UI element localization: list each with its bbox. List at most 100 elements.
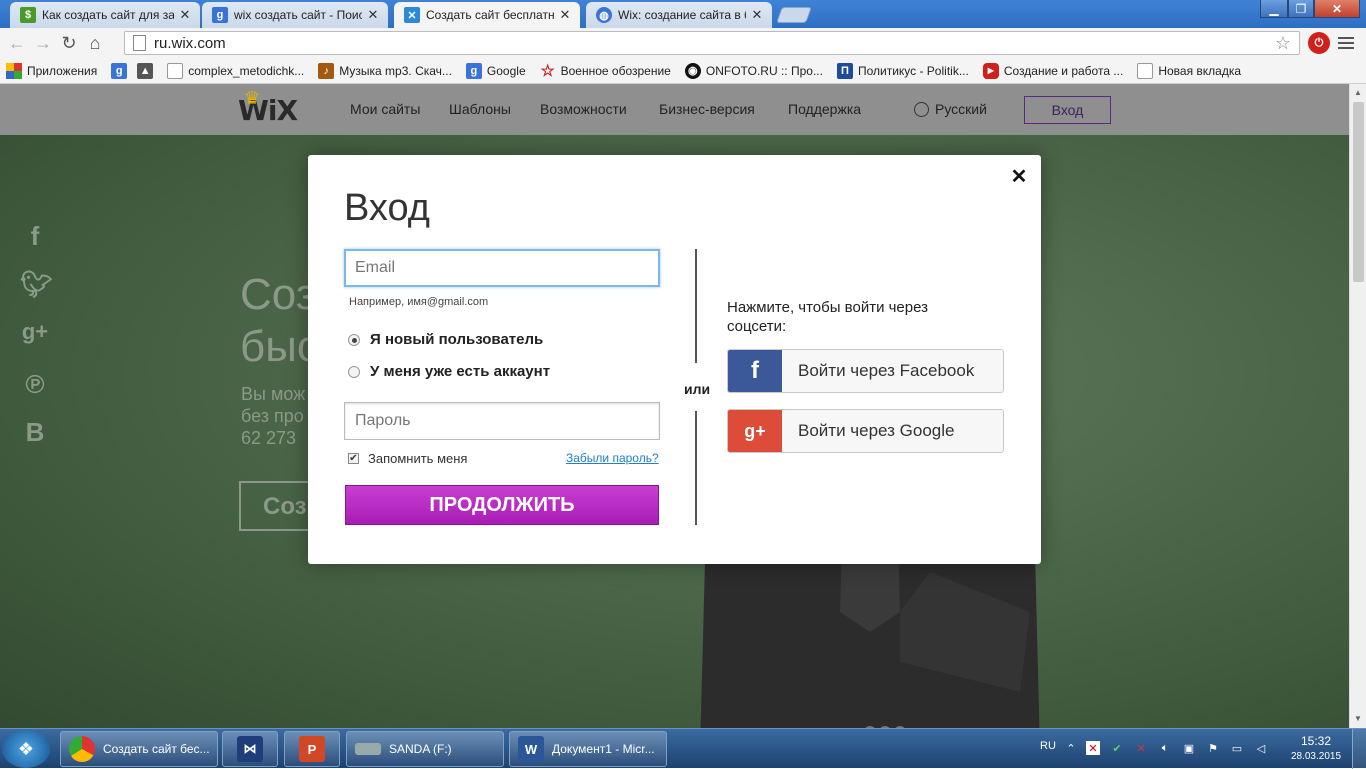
language-indicator[interactable]: RU <box>1040 740 1056 752</box>
back-arrow-icon[interactable]: ← <box>4 30 30 56</box>
vk-icon[interactable]: B <box>20 417 50 448</box>
tab-label: wix создать сайт - Поиск <box>234 8 362 22</box>
facebook-login-label: Войти через Facebook <box>798 361 975 380</box>
nav-business[interactable]: Бизнес-версия <box>659 101 755 117</box>
radio-label: Я новый пользователь <box>370 331 544 348</box>
bookmark-youtube[interactable]: ▶ Создание и работа ... <box>982 62 1123 79</box>
close-icon[interactable]: ✕ <box>558 7 572 22</box>
nav-templates[interactable]: Шаблоны <box>449 101 511 117</box>
tab-4[interactable]: ◍ Wix: создание сайта в бес ✕ <box>586 2 772 28</box>
nav-my-sites[interactable]: Мои сайты <box>350 101 420 117</box>
bookmark-label: Музыка mp3. Скач... <box>339 63 452 78</box>
antivirus-icon[interactable]: ✕ <box>1086 741 1100 755</box>
bookmark-voennoe[interactable]: ☆ Военное обозрение <box>540 63 670 80</box>
tab-1[interactable]: $ Как создать сайт для зара ✕ <box>10 2 200 28</box>
browser-tab-strip: $ Как создать сайт для зара ✕ g wix созд… <box>0 0 1366 28</box>
divider <box>695 411 697 525</box>
bookmark-cap[interactable]: ▲ <box>137 62 154 79</box>
google-plus-icon[interactable]: g+ <box>20 319 50 345</box>
email-field[interactable] <box>344 249 660 287</box>
monitor-icon[interactable]: ▭ <box>1230 741 1244 755</box>
password-field[interactable] <box>344 402 660 440</box>
header-login-button[interactable]: Вход <box>1024 96 1111 124</box>
star-icon[interactable]: ☆ <box>1275 33 1291 54</box>
scroll-thumb[interactable] <box>1353 102 1364 282</box>
bookmark-complex[interactable]: complex_metodichk... <box>167 62 304 79</box>
facebook-icon[interactable]: f <box>20 221 50 252</box>
email-hint: Например, имя@gmail.com <box>349 296 489 308</box>
login-modal: ✕ Вход Например, имя@gmail.com Я новый п… <box>308 155 1041 564</box>
bookmark-newtab[interactable]: Новая вкладка <box>1137 62 1241 79</box>
adblock-icon[interactable]: ⏻ <box>1308 32 1330 54</box>
show-desktop-button[interactable] <box>1352 729 1366 769</box>
close-icon[interactable]: ✕ <box>366 7 380 22</box>
close-icon[interactable]: ✕ <box>750 7 764 22</box>
flag-icon[interactable]: ⚑ <box>1206 741 1220 755</box>
bookmark-onfoto[interactable]: ◉ ONFOTO.RU :: Про... <box>684 62 823 79</box>
forgot-password-link[interactable]: Забыли пароль? <box>566 451 659 465</box>
taskbar-label: Документ1 - Micr... <box>552 742 655 756</box>
home-icon[interactable]: ⌂ <box>82 30 108 56</box>
minimize-button[interactable]: ▁ <box>1260 0 1288 18</box>
visual-studio-icon: ⋈ <box>237 736 263 762</box>
radio-new-user[interactable]: Я новый пользователь <box>348 331 543 348</box>
network-icon[interactable]: ✕ <box>1134 741 1148 755</box>
scroll-down-icon[interactable]: ▼ <box>1354 714 1362 723</box>
volume-icon[interactable]: ◁ <box>1254 741 1268 755</box>
taskbar-visual-studio[interactable]: ⋈ <box>222 731 278 767</box>
menu-icon[interactable] <box>1336 34 1356 52</box>
pinterest-icon[interactable]: ℗ <box>20 369 50 400</box>
facebook-login-button[interactable]: f Войти через Facebook <box>727 349 1004 393</box>
speaker-icon[interactable]: 🔈︎ <box>1158 741 1172 755</box>
system-tray: RU ⌃ ✕ ✔ ✕ 🔈︎ ▣ ⚑ ▭ ◁ 15:32 28.03.2015 <box>1034 729 1366 769</box>
site-header: ♛ WiX Мои сайты Шаблоны Возможности Бизн… <box>0 84 1349 135</box>
bookmark-google-icon-only[interactable]: g <box>111 62 128 79</box>
maximize-button[interactable]: ❐ <box>1288 0 1314 18</box>
clock[interactable]: 15:32 28.03.2015 <box>1286 734 1346 762</box>
hero-text: Вы мож без про 62 273 <box>241 383 305 449</box>
taskbar-label: Создать сайт бес... <box>103 742 210 756</box>
bookmark-apps[interactable]: Приложения <box>6 62 97 79</box>
check-icon[interactable]: ✔ <box>1110 741 1124 755</box>
window-close-button[interactable]: ✕ <box>1314 0 1360 18</box>
taskbar-drive[interactable]: SANDA (F:) <box>346 731 504 767</box>
taskbar-word[interactable]: W Документ1 - Micr... <box>509 731 667 767</box>
close-icon[interactable]: ✕ <box>178 7 192 22</box>
scroll-up-icon[interactable]: ▲ <box>1354 88 1362 97</box>
bookmark-politikus[interactable]: П Политикус - Politik... <box>836 62 969 79</box>
bookmark-google[interactable]: g Google <box>465 62 526 79</box>
checkbox-checked-icon[interactable]: ✔ <box>348 453 359 464</box>
close-icon[interactable]: ✕ <box>1008 165 1030 188</box>
browser-toolbar: ← → ↻ ⌂ ru.wix.com ☆ ⏻ <box>0 28 1366 58</box>
language-label: Русский <box>935 101 987 117</box>
radio-button-checked[interactable] <box>348 333 360 346</box>
nav-support[interactable]: Поддержка <box>788 101 861 117</box>
bookmark-music[interactable]: ♪ Музыка mp3. Скач... <box>318 62 452 79</box>
continue-button[interactable]: ПРОДОЛЖИТЬ <box>345 485 659 525</box>
hero-text-line: без про <box>241 406 304 426</box>
nav-features[interactable]: Возможности <box>540 101 627 117</box>
tab-label: Как создать сайт для зара <box>42 8 174 22</box>
page-scrollbar[interactable]: ▲ ▼ <box>1349 84 1366 728</box>
bookmark-label: ONFOTO.RU :: Про... <box>705 63 823 78</box>
device-icon[interactable]: ▣ <box>1182 741 1196 755</box>
language-selector[interactable]: Русский <box>914 101 987 117</box>
wix-logo[interactable]: ♛ WiX <box>238 88 298 127</box>
radio-button[interactable] <box>348 365 360 378</box>
taskbar-powerpoint[interactable]: P <box>284 731 340 767</box>
twitter-icon[interactable]: 🐦︎ <box>20 269 53 300</box>
chevron-up-icon[interactable]: ⌃ <box>1064 741 1078 755</box>
reload-icon[interactable]: ↻ <box>56 30 82 56</box>
start-button[interactable]: ❖ <box>2 730 50 768</box>
google-login-label: Войти через Google <box>798 421 955 440</box>
new-tab-button[interactable] <box>776 7 812 23</box>
radio-existing-user[interactable]: У меня уже есть аккаунт <box>348 363 550 380</box>
tab-3-active[interactable]: ✕ Создать сайт бесплатно | ✕ <box>394 2 580 28</box>
hero-title-line: быс <box>240 322 319 371</box>
google-login-button[interactable]: g+ Войти через Google <box>727 409 1004 453</box>
tab-2[interactable]: g wix создать сайт - Поиск ✕ <box>202 2 388 28</box>
forward-arrow-icon[interactable]: → <box>30 30 56 56</box>
address-bar[interactable]: ru.wix.com ☆ <box>124 31 1300 55</box>
taskbar-chrome[interactable]: Создать сайт бес... <box>60 731 218 767</box>
remember-me[interactable]: ✔ Запомнить меня <box>348 451 467 466</box>
